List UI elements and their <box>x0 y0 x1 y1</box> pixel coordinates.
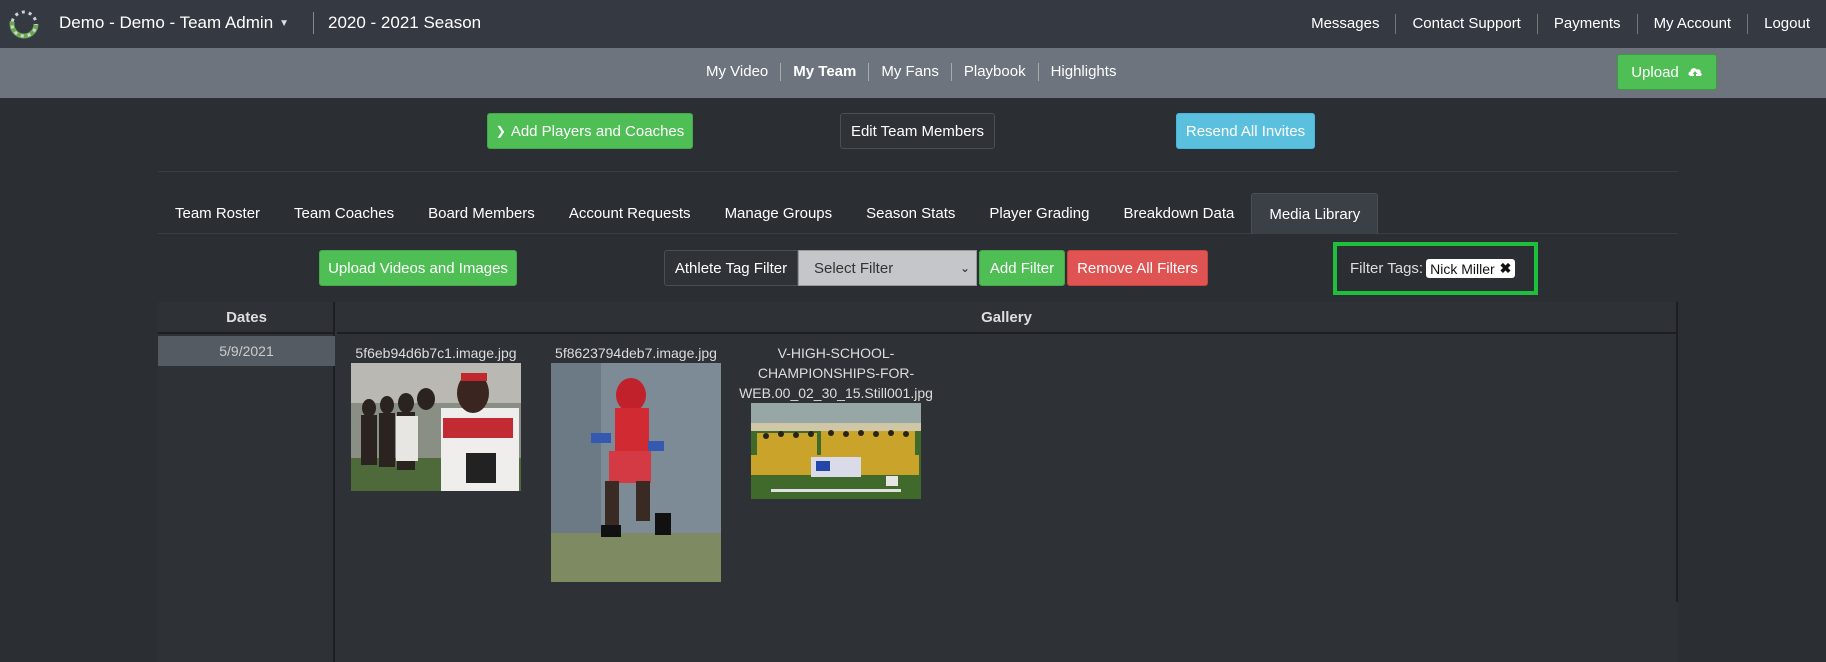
tab-breakdown-data[interactable]: Breakdown Data <box>1106 193 1251 234</box>
add-players-button[interactable]: ❯ Add Players and Coaches <box>487 113 693 149</box>
filter-tags-label: Filter Tags: <box>1350 260 1424 277</box>
chevron-down-icon: ❯ <box>495 124 506 138</box>
divider <box>158 171 1678 172</box>
edit-team-members-button[interactable]: Edit Team Members <box>840 113 995 149</box>
date-item[interactable]: 5/9/2021 <box>158 336 335 366</box>
upload-label: Upload <box>1631 63 1679 81</box>
add-players-label: Add Players and Coaches <box>510 122 685 140</box>
cloud-upload-icon <box>1688 68 1702 78</box>
season-label: 2020 - 2021 Season <box>328 13 482 32</box>
team-name: Demo - Demo - Team Admin <box>59 13 274 32</box>
tab-manage-groups[interactable]: Manage Groups <box>708 193 850 234</box>
subnav-highlights[interactable]: Highlights <box>1037 63 1129 81</box>
top-nav: Messages Contact Support Payments My Acc… <box>1295 0 1826 48</box>
gallery-item-name-line: WEB.00_02_30_15.Still001.jpg <box>739 385 933 401</box>
subnav-my-team[interactable]: My Team <box>780 63 868 81</box>
filter-tag-chip: Nick Miller ✖ <box>1426 259 1516 278</box>
gallery-item[interactable]: 5f8623794deb7.image.jpg <box>551 343 721 587</box>
sub-nav: My Video My Team My Fans Playbook Highli… <box>0 48 1826 98</box>
divider <box>1676 302 1678 602</box>
subnav-playbook[interactable]: Playbook <box>950 63 1038 81</box>
gallery-item[interactable]: V-HIGH-SCHOOL- CHAMPIONSHIPS-FOR- WEB.00… <box>739 343 933 504</box>
tab-media-library[interactable]: Media Library <box>1251 193 1379 234</box>
resend-invites-button[interactable]: Resend All Invites <box>1176 113 1315 149</box>
tab-account-requests[interactable]: Account Requests <box>552 193 708 234</box>
subnav-my-video[interactable]: My Video <box>694 63 780 81</box>
divider <box>313 12 314 34</box>
tabs-bar: Team Roster Team Coaches Board Members A… <box>158 193 1678 234</box>
chevron-down-icon: ⌄ <box>959 261 970 275</box>
gallery-thumbnail <box>551 363 721 582</box>
gallery-thumbnail <box>351 363 521 491</box>
tab-season-stats[interactable]: Season Stats <box>849 193 972 234</box>
gallery-item-name: 5f6eb94d6b7c1.image.jpg <box>355 345 517 361</box>
remove-all-filters-button[interactable]: Remove All Filters <box>1067 250 1208 286</box>
logout-link[interactable]: Logout <box>1747 14 1826 34</box>
tab-player-grading[interactable]: Player Grading <box>972 193 1106 234</box>
add-filter-button[interactable]: Add Filter <box>979 250 1065 286</box>
filter-select[interactable]: Select Filter ⌄ <box>798 250 977 286</box>
gallery-item-name: 5f8623794deb7.image.jpg <box>555 345 717 361</box>
gallery-thumbnail <box>751 403 921 499</box>
tab-team-coaches[interactable]: Team Coaches <box>277 193 411 234</box>
filter-select-value: Select Filter <box>814 259 894 277</box>
gallery-item-name-line: CHAMPIONSHIPS-FOR- <box>757 365 915 381</box>
gallery-header: Gallery <box>337 302 1676 334</box>
payments-link[interactable]: Payments <box>1536 14 1637 34</box>
filter-tag-label: Nick Miller <box>1430 260 1495 277</box>
dates-header: Dates <box>158 302 335 334</box>
filter-tags-box: Filter Tags: Nick Miller ✖ <box>1333 242 1538 295</box>
upload-videos-images-button[interactable]: Upload Videos and Images <box>319 250 517 286</box>
logo-icon[interactable] <box>7 7 41 41</box>
gallery-item-name-line: V-HIGH-SCHOOL- <box>777 345 895 361</box>
my-account-link[interactable]: My Account <box>1636 14 1748 34</box>
team-selector[interactable]: Demo - Demo - Team Admin ▼ <box>59 13 289 33</box>
tab-team-roster[interactable]: Team Roster <box>158 193 277 234</box>
tab-board-members[interactable]: Board Members <box>411 193 552 234</box>
contact-support-link[interactable]: Contact Support <box>1395 14 1536 34</box>
caret-down-icon: ▼ <box>279 17 290 29</box>
messages-link[interactable]: Messages <box>1295 14 1395 34</box>
gallery-item[interactable]: 5f6eb94d6b7c1.image.jpg <box>351 343 521 496</box>
top-bar: Demo - Demo - Team Admin ▼ 2020 - 2021 S… <box>0 0 1826 48</box>
upload-button[interactable]: Upload <box>1617 54 1717 90</box>
athlete-tag-filter-label: Athlete Tag Filter <box>664 250 798 286</box>
close-icon[interactable]: ✖ <box>1500 260 1512 277</box>
subnav-my-fans[interactable]: My Fans <box>868 63 951 81</box>
